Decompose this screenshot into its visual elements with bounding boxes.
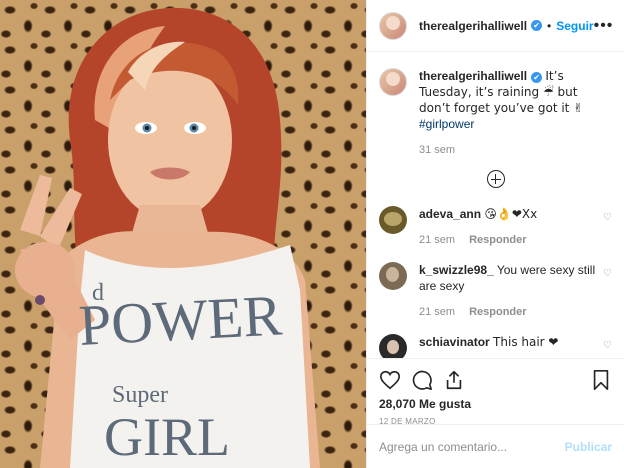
comments-section: therealgerihalliwell ✔ It’s Tuesday, it’s…	[367, 52, 624, 358]
like-comment-icon[interactable]: ♡	[598, 262, 612, 279]
comment-time[interactable]: 21 sem	[419, 234, 455, 246]
comment-body: adeva_ann 😘👌❤Xx 21 sem Responder	[419, 206, 598, 248]
photo-illustration: d POWER Super GIRL	[15, 7, 320, 468]
publish-comment-button[interactable]: Publicar	[565, 440, 612, 454]
post-header: therealgerihalliwell ✔ • Seguir •••	[367, 0, 624, 52]
like-comment-icon[interactable]: ♡	[598, 206, 612, 223]
follow-button[interactable]: Seguir	[556, 19, 593, 33]
comment-body: schiavinator This hair ❤	[419, 334, 598, 350]
comment-avatar[interactable]	[379, 334, 407, 358]
action-icons	[379, 367, 612, 393]
like-heart-icon[interactable]	[379, 369, 401, 391]
author-avatar[interactable]	[379, 11, 407, 40]
shirt-text-super: Super	[112, 382, 168, 408]
caption-username[interactable]: therealgerihalliwell	[419, 69, 527, 83]
comment-text: 😘👌❤Xx	[484, 207, 538, 221]
more-options-icon[interactable]: •••	[594, 17, 614, 34]
comment-item: schiavinator This hair ❤ ♡	[379, 334, 612, 358]
reply-button[interactable]: Responder	[469, 306, 526, 318]
like-comment-icon[interactable]: ♡	[598, 334, 612, 351]
reply-button[interactable]: Responder	[469, 234, 526, 246]
post-photo[interactable]: d POWER Super GIRL	[0, 0, 366, 468]
author-info: therealgerihalliwell ✔ • Seguir	[419, 19, 594, 33]
comment-item: adeva_ann 😘👌❤Xx 21 sem Responder ♡	[379, 206, 612, 248]
comment-username[interactable]: adeva_ann	[419, 207, 481, 221]
share-icon[interactable]	[443, 369, 465, 391]
header-separator: •	[547, 18, 552, 33]
comment-username[interactable]: k_swizzle98_	[419, 263, 494, 277]
caption-time[interactable]: 31 sem	[419, 142, 612, 158]
add-comment-bar: Agrega un comentario... Publicar	[367, 424, 624, 468]
likes-count[interactable]: 28,070 Me gusta	[379, 397, 612, 411]
shirt-text-girl: GIRL	[104, 407, 230, 467]
comment-bubble-icon[interactable]	[411, 369, 433, 391]
post-actions: 28,070 Me gusta 12 DE MARZO	[367, 358, 624, 426]
comment-time[interactable]: 21 sem	[419, 306, 455, 318]
comment-body: k_swizzle98_ You were sexy still are sex…	[419, 262, 598, 320]
author-username[interactable]: therealgerihalliwell	[419, 19, 527, 33]
comment-meta: 21 sem Responder	[419, 304, 598, 320]
comment-username[interactable]: schiavinator	[419, 335, 490, 349]
post-sidebar: therealgerihalliwell ✔ • Seguir ••• ther…	[366, 0, 624, 468]
post-caption: therealgerihalliwell ✔ It’s Tuesday, it’s…	[379, 68, 612, 158]
load-more-comments-icon[interactable]	[486, 170, 505, 188]
add-comment-input[interactable]: Agrega un comentario...	[379, 440, 565, 454]
comment-meta: 21 sem Responder	[419, 232, 598, 248]
comment-avatar[interactable]	[379, 206, 407, 234]
verified-badge-icon: ✔	[531, 20, 543, 31]
shirt-text-power: POWER	[77, 282, 283, 358]
comment-text: This hair ❤	[493, 335, 559, 349]
save-bookmark-icon[interactable]	[590, 369, 612, 391]
comment-item: k_swizzle98_ You were sexy still are sex…	[379, 262, 612, 320]
caption-avatar[interactable]	[379, 68, 407, 96]
comment-avatar[interactable]	[379, 262, 407, 290]
verified-badge-icon: ✔	[531, 72, 543, 83]
caption-body: therealgerihalliwell ✔ It’s Tuesday, it’s…	[419, 68, 612, 158]
caption-hashtag[interactable]: #girlpower	[419, 117, 474, 131]
caption-text: therealgerihalliwell ✔ It’s Tuesday, it’s…	[419, 68, 612, 132]
